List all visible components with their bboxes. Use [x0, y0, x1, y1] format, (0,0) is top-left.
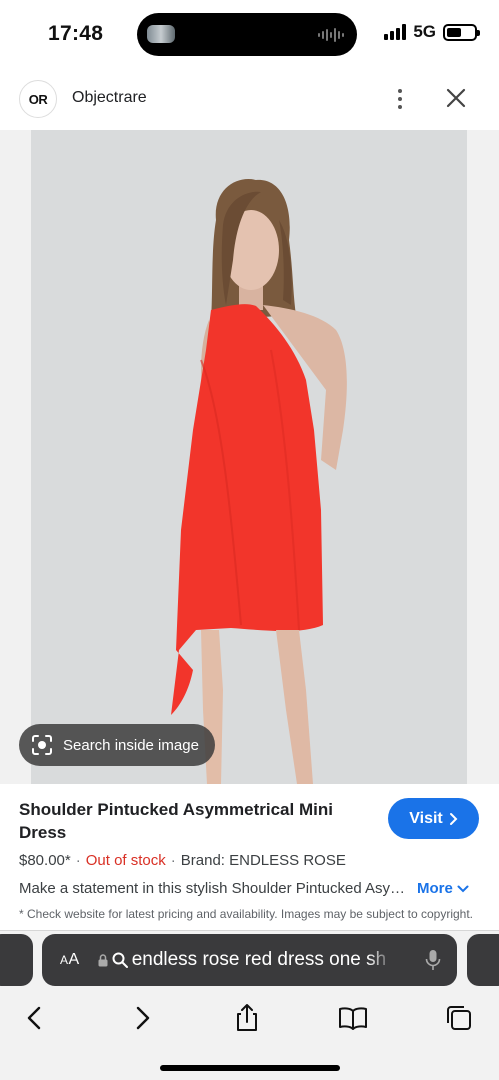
previous-tab-preview[interactable] [0, 934, 33, 986]
status-bar: 17:48 5G [0, 0, 499, 68]
search-inside-image-label: Search inside image [63, 736, 199, 754]
site-name[interactable]: Objectrare [72, 89, 147, 107]
reader-settings-button[interactable]: AA [60, 951, 80, 969]
battery-level [447, 27, 462, 37]
chevron-down-icon [457, 885, 469, 892]
visit-button[interactable]: Visit [388, 798, 479, 839]
battery-icon [443, 23, 480, 41]
product-info: Shoulder Pintucked Asymmetrical Mini Dre… [0, 784, 499, 930]
browser-bottom-bar: AA endless rose red dress one sh [0, 930, 499, 1080]
product-description: Make a statement in this stylish Shoulde… [19, 880, 411, 897]
stock-status: Out of stock [85, 852, 166, 869]
forward-icon[interactable] [127, 1003, 157, 1033]
price: $80.00* [19, 852, 71, 869]
brand: Brand: ENDLESS ROSE [180, 852, 346, 869]
product-meta: $80.00* · Out of stock · Brand: ENDLESS ROSE [19, 852, 346, 869]
search-query: endless rose red dress one sh [131, 949, 387, 970]
status-time: 17:48 [48, 22, 104, 45]
search-inside-image-button[interactable]: Search inside image [19, 724, 215, 766]
browser-toolbar [0, 999, 499, 1039]
dynamic-island [137, 13, 357, 56]
home-indicator [160, 1065, 340, 1071]
more-label: More [417, 880, 453, 897]
more-button[interactable]: More [417, 880, 469, 897]
lens-icon [32, 735, 52, 755]
audio-wave-icon [318, 28, 344, 42]
bookmarks-icon[interactable] [338, 1003, 368, 1033]
tabs-icon[interactable] [444, 1003, 474, 1033]
back-icon[interactable] [20, 1003, 50, 1033]
share-icon[interactable] [232, 1003, 262, 1033]
cellular-signal-icon [384, 24, 407, 40]
lock-icon [98, 953, 108, 966]
network-type: 5G [413, 22, 436, 41]
image-viewer: Search inside image [0, 130, 499, 784]
chevron-right-icon [449, 812, 458, 825]
next-tab-preview[interactable] [467, 934, 499, 986]
model-photo [31, 130, 467, 784]
site-header: OR Objectrare [0, 68, 499, 130]
more-vertical-icon[interactable] [390, 86, 410, 112]
aa-small: A [60, 953, 69, 967]
product-image[interactable] [31, 130, 467, 784]
site-logo[interactable]: OR [19, 80, 57, 118]
status-indicators: 5G [384, 22, 480, 42]
product-title[interactable]: Shoulder Pintucked Asymmetrical Mini Dre… [19, 798, 364, 844]
close-icon[interactable] [444, 86, 468, 110]
address-bar[interactable]: AA endless rose red dress one sh [42, 934, 457, 986]
now-playing-thumbnail [147, 25, 175, 43]
aa-big: A [68, 951, 80, 968]
visit-label: Visit [409, 809, 443, 827]
disclaimer: * Check website for latest pricing and a… [19, 907, 473, 921]
search-icon [112, 952, 128, 968]
microphone-icon[interactable] [425, 949, 441, 971]
